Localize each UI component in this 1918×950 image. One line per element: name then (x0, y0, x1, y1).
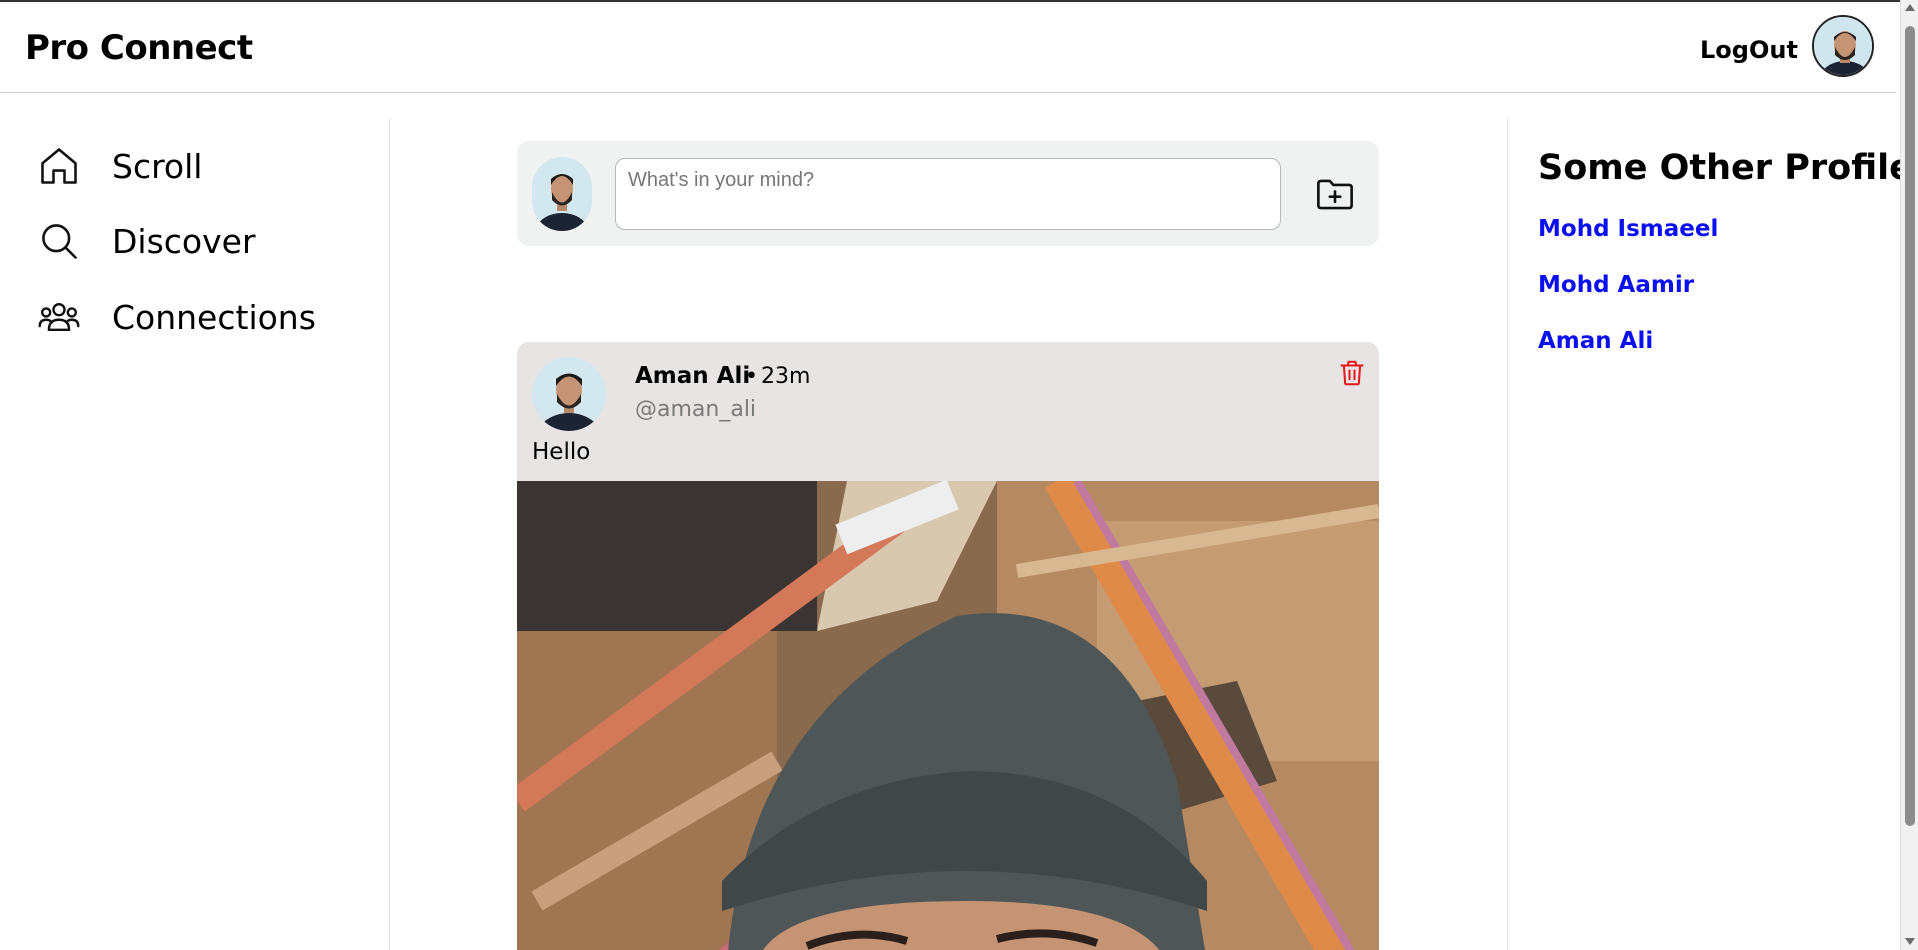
profile-avatar[interactable] (1812, 15, 1874, 77)
post-timestamp: 23m (761, 364, 811, 389)
user-avatar-icon (532, 357, 606, 431)
user-avatar-icon (532, 157, 592, 231)
sidebar-item-label: Connections (112, 297, 316, 337)
scroll-down-arrow-icon[interactable] (1905, 938, 1915, 945)
top-navbar: Pro Connect LogOut (0, 2, 1896, 93)
post-image[interactable] (517, 481, 1379, 950)
sidebar-item-connections[interactable]: Connections (36, 291, 316, 343)
sidebar-item-scroll[interactable]: Scroll (36, 140, 202, 192)
upload-file-button[interactable] (1312, 171, 1358, 217)
avatar[interactable] (532, 357, 606, 431)
page-scrollbar[interactable] (1900, 0, 1918, 950)
post-text-input[interactable] (615, 158, 1281, 230)
separator-dot: • (745, 364, 758, 389)
trash-icon (1340, 360, 1364, 386)
profile-link-mohd-ismaeel[interactable]: Mohd Ismaeel (1538, 216, 1718, 242)
sidebar-item-label: Scroll (112, 146, 203, 186)
delete-post-button[interactable] (1337, 357, 1367, 389)
scrollbar-thumb[interactable] (1905, 26, 1915, 826)
scroll-up-arrow-icon[interactable] (1905, 4, 1915, 11)
sidebar-item-label: Discover (112, 221, 256, 261)
search-icon (36, 218, 82, 264)
right-sidebar: Some Other Profile: Mohd Ismaeel Mohd Aa… (1507, 118, 1918, 950)
people-icon (36, 294, 82, 340)
post-photo-image (517, 481, 1379, 950)
post-text: Hello (532, 439, 591, 465)
home-icon (36, 143, 82, 189)
user-avatar-icon (1814, 17, 1872, 75)
left-sidebar: Scroll Discover Connections (0, 118, 390, 950)
post-card: Aman Ali • 23m @aman_ali Hello (517, 342, 1379, 950)
other-profiles-heading: Some Other Profile: (1538, 148, 1918, 188)
sidebar-item-discover[interactable]: Discover (36, 215, 256, 267)
logout-button[interactable]: LogOut (1700, 36, 1798, 64)
profile-link-mohd-aamir[interactable]: Mohd Aamir (1538, 272, 1694, 298)
post-author-name[interactable]: Aman Ali (635, 363, 750, 389)
folder-plus-icon (1317, 179, 1353, 210)
avatar (532, 157, 592, 231)
app-brand[interactable]: Pro Connect (25, 28, 253, 68)
profile-link-aman-ali[interactable]: Aman Ali (1538, 328, 1653, 354)
create-post-box (517, 141, 1379, 246)
post-author-handle: @aman_ali (635, 397, 757, 422)
